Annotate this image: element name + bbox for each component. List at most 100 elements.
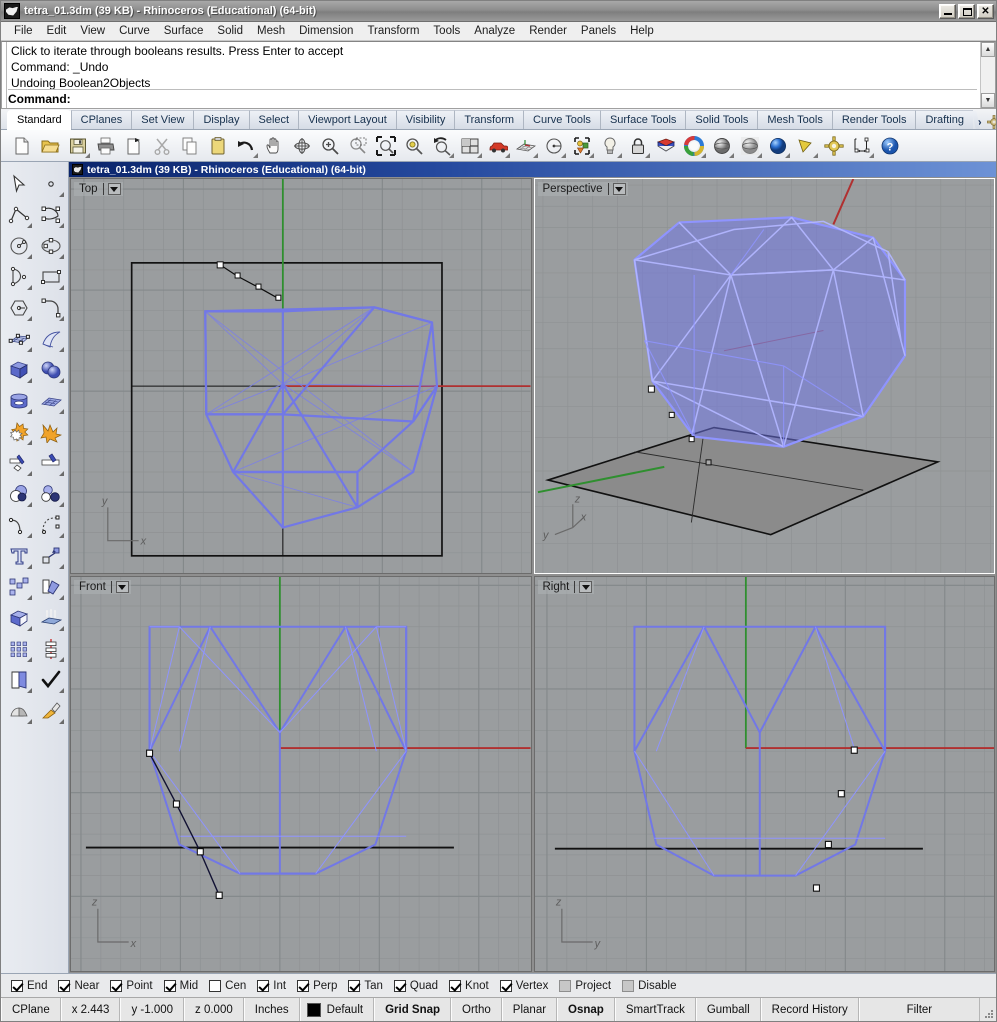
checkbox-disable[interactable] — [622, 979, 635, 992]
zoom-extents-icon[interactable] — [373, 133, 399, 159]
status-toggle-gumball[interactable]: Gumball — [695, 998, 761, 1021]
text-tool-icon[interactable] — [4, 540, 34, 571]
render-mesh-icon[interactable] — [4, 695, 34, 726]
status-toggle-record-history[interactable]: Record History — [760, 998, 859, 1021]
copy-move-icon[interactable] — [36, 571, 66, 602]
tab-render-tools[interactable]: Render Tools — [831, 110, 916, 129]
explode-icon[interactable] — [36, 416, 66, 447]
control-point-curve-icon[interactable] — [36, 199, 66, 230]
menu-item-transform[interactable]: Transform — [360, 23, 426, 39]
checkbox-mid[interactable] — [163, 979, 176, 992]
split-icon[interactable] — [36, 447, 66, 478]
menu-item-curve[interactable]: Curve — [112, 23, 157, 39]
status-cplane[interactable]: CPlane — [1, 998, 61, 1021]
lock-object-icon[interactable] — [625, 133, 651, 159]
boolean-difference-icon[interactable] — [4, 478, 34, 509]
menu-item-dimension[interactable]: Dimension — [292, 23, 360, 39]
offset-curve-icon[interactable] — [4, 509, 34, 540]
render-preview-icon[interactable] — [793, 133, 819, 159]
ghosted-sphere-icon[interactable] — [737, 133, 763, 159]
status-toggle-planar[interactable]: Planar — [501, 998, 558, 1021]
status-units[interactable]: Inches — [243, 998, 300, 1021]
cut-scissors-icon[interactable] — [149, 133, 175, 159]
save-icon[interactable] — [65, 133, 91, 159]
render-settings-gear-icon[interactable] — [821, 133, 847, 159]
status-toggle-grid-snap[interactable]: Grid Snap — [374, 998, 452, 1021]
render-color-icon[interactable] — [653, 133, 679, 159]
ellipse-icon[interactable] — [36, 230, 66, 261]
tab-set-view[interactable]: Set View — [131, 110, 194, 129]
maximize-button[interactable] — [958, 3, 975, 19]
toolbar-options-gear-icon[interactable] — [986, 115, 996, 129]
layer-color-swatch[interactable] — [306, 1002, 321, 1017]
chevron-down-icon[interactable] — [107, 183, 121, 195]
status-toggle-osnap[interactable]: Osnap — [557, 998, 615, 1021]
osnap-quad[interactable]: Quad — [393, 979, 438, 992]
osnap-vertex[interactable]: Vertex — [499, 979, 548, 992]
checkbox-vertex[interactable] — [499, 979, 512, 992]
open-folder-icon[interactable] — [37, 133, 63, 159]
menu-item-help[interactable]: Help — [623, 23, 661, 39]
status-toggle-filter[interactable]: Filter — [858, 998, 980, 1021]
cplane-grid-icon[interactable] — [513, 133, 539, 159]
osnap-point[interactable]: Point — [110, 979, 153, 992]
menu-item-render[interactable]: Render — [522, 23, 574, 39]
copy-icon[interactable] — [177, 133, 203, 159]
scroll-down-icon[interactable]: ▼ — [981, 93, 995, 108]
rotate-view-icon[interactable] — [289, 133, 315, 159]
layer-light-bulb-icon[interactable] — [597, 133, 623, 159]
help-icon[interactable]: ? — [877, 133, 903, 159]
zoom-window-icon[interactable] — [345, 133, 371, 159]
dimension-icon[interactable] — [849, 133, 875, 159]
viewport-perspective[interactable]: z x y Perspective — [533, 178, 995, 574]
osnap-cen[interactable]: Cen — [209, 979, 246, 992]
checkbox-project[interactable] — [559, 979, 572, 992]
checkbox-tan[interactable] — [348, 979, 361, 992]
circle-icon[interactable] — [4, 230, 34, 261]
pan-hand-icon[interactable] — [261, 133, 287, 159]
chevron-down-icon[interactable] — [115, 581, 129, 593]
status-toggle-ortho[interactable]: Ortho — [451, 998, 502, 1021]
osnap-project[interactable]: Project — [559, 979, 611, 992]
extrude-solid-icon[interactable] — [4, 602, 34, 633]
osnap-near[interactable]: Near — [58, 979, 99, 992]
surface-control-points-icon[interactable] — [4, 323, 34, 354]
osnap-end[interactable]: End — [11, 979, 47, 992]
analyze-direction-icon[interactable] — [36, 633, 66, 664]
named-view-car-icon[interactable] — [485, 133, 511, 159]
tab-drafting[interactable]: Drafting — [915, 110, 973, 129]
menu-item-surface[interactable]: Surface — [157, 23, 211, 39]
minimize-button[interactable] — [939, 3, 956, 19]
tab-visibility[interactable]: Visibility — [395, 110, 455, 129]
command-scrollbar[interactable]: ▲ ▼ — [980, 42, 995, 108]
scale-icon[interactable] — [36, 540, 66, 571]
box-solid-icon[interactable] — [4, 354, 34, 385]
polygon-icon[interactable] — [4, 292, 34, 323]
curve-from-object-icon[interactable] — [36, 509, 66, 540]
viewport-front-label-menu[interactable]: Front — [74, 580, 131, 594]
point-icon[interactable] — [36, 168, 66, 199]
checkbox-knot[interactable] — [449, 979, 462, 992]
viewport-right[interactable]: z y Right — [533, 576, 995, 972]
boolean-union-icon[interactable] — [4, 416, 34, 447]
viewport-top[interactable]: y x Top — [70, 178, 532, 574]
export-icon[interactable] — [121, 133, 147, 159]
menu-item-panels[interactable]: Panels — [574, 23, 623, 39]
shaded-sphere-icon[interactable] — [709, 133, 735, 159]
osnap-disable[interactable]: Disable — [622, 979, 676, 992]
scroll-track[interactable] — [981, 57, 995, 93]
page-layout-icon[interactable] — [4, 664, 34, 695]
menu-item-solid[interactable]: Solid — [210, 23, 250, 39]
tab-surface-tools[interactable]: Surface Tools — [599, 110, 686, 129]
checkbox-int[interactable] — [257, 979, 270, 992]
zoom-previous-icon[interactable] — [429, 133, 455, 159]
viewport-top-label-menu[interactable]: Top — [74, 182, 123, 196]
tab-viewport-layout[interactable]: Viewport Layout — [298, 110, 396, 129]
select-objects-icon[interactable] — [569, 133, 595, 159]
osnap-mid[interactable]: Mid — [163, 979, 198, 992]
osnap-knot[interactable]: Knot — [449, 979, 489, 992]
tab-solid-tools[interactable]: Solid Tools — [685, 110, 758, 129]
named-cplane-icon[interactable] — [541, 133, 567, 159]
zoom-in-icon[interactable] — [317, 133, 343, 159]
rectangle-icon[interactable] — [36, 261, 66, 292]
